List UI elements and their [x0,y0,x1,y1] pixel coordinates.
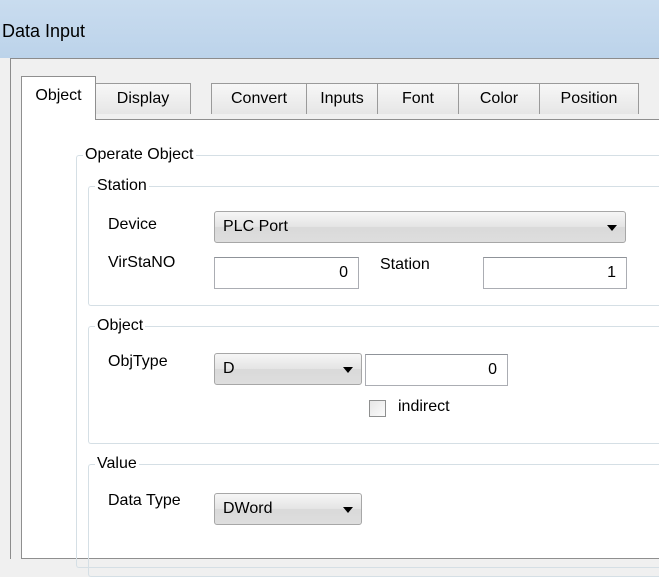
objtype-selected-value: D [223,360,235,377]
station-label: Station [380,256,430,273]
title-bar: Data Input [0,0,659,58]
chevron-down-icon [607,225,617,231]
address-input[interactable]: 0 [365,354,508,386]
objtype-select[interactable]: D [214,353,362,385]
device-label: Device [108,216,157,233]
virstano-label: VirStaNO [108,254,176,271]
window-title: Data Input [2,21,86,41]
virstano-input[interactable]: 0 [214,257,359,289]
data-type-select[interactable]: DWord [214,493,362,525]
value-group: Value [88,455,659,577]
value-legend: Value [97,455,137,472]
indirect-label: indirect [398,398,450,415]
device-selected-value: PLC Port [223,218,288,235]
object-legend: Object [97,317,144,334]
data-type-label: Data Type [108,492,181,509]
chevron-down-icon [343,367,353,373]
tab-convert[interactable]: Convert [211,83,307,114]
tab-font[interactable]: Font [377,83,459,114]
tab-color[interactable]: Color [458,83,540,114]
station-legend: Station [97,177,147,194]
tab-display[interactable]: Display [95,83,191,114]
objtype-label: ObjType [108,353,168,370]
device-select[interactable]: PLC Port [214,211,626,243]
chevron-down-icon [343,507,353,513]
tab-position[interactable]: Position [539,83,639,114]
indirect-checkbox[interactable] [369,400,386,417]
tab-inputs[interactable]: Inputs [306,83,378,114]
station-input[interactable]: 1 [483,257,627,289]
tab-object[interactable]: Object [21,76,96,120]
data-type-selected-value: DWord [223,500,273,517]
operate-object-legend: Operate Object [85,146,194,163]
tab-panel-object: Operate Object Station Device PLC Port V… [21,119,659,577]
